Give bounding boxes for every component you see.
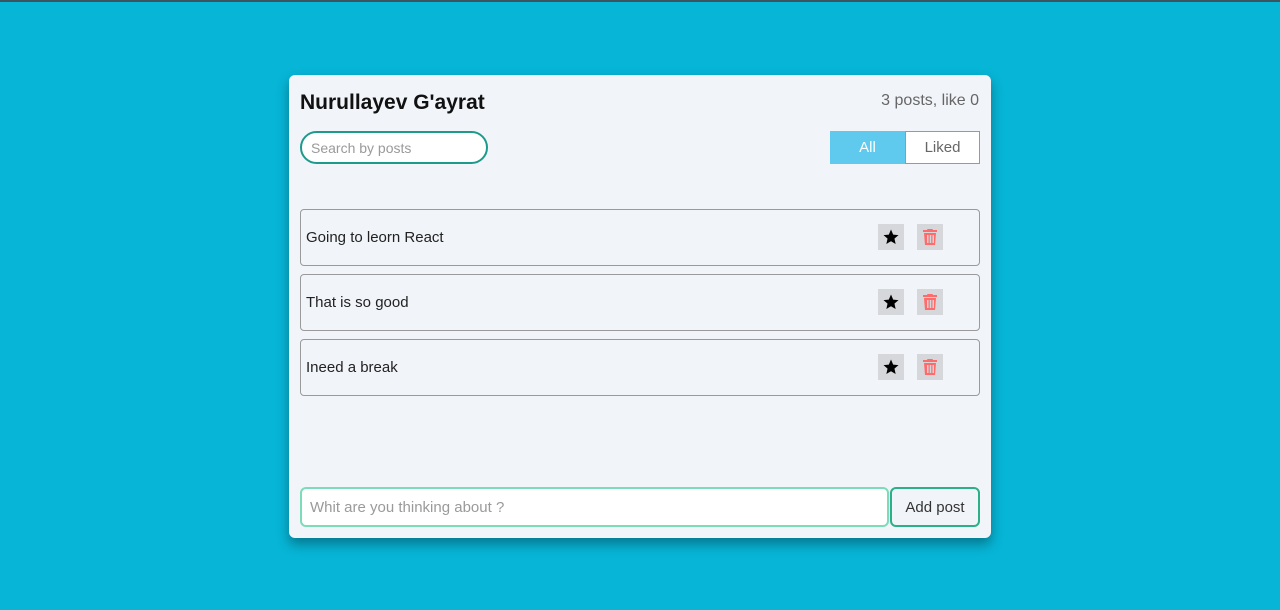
top-border [0, 0, 1280, 2]
list-item: That is so good [300, 274, 980, 331]
star-button[interactable] [878, 224, 904, 250]
trash-icon [923, 359, 937, 375]
new-post-input[interactable] [300, 487, 889, 527]
search-input[interactable] [300, 131, 488, 164]
delete-button[interactable] [917, 224, 943, 250]
trash-icon [923, 229, 937, 245]
filter-liked-button[interactable]: Liked [905, 131, 980, 164]
add-post-form: Add post [300, 487, 980, 527]
delete-button[interactable] [917, 354, 943, 380]
star-icon [883, 294, 899, 309]
star-button[interactable] [878, 289, 904, 315]
star-icon [883, 229, 899, 244]
delete-button[interactable] [917, 289, 943, 315]
app-card: Nurullayev G'ayrat 3 posts, like 0 All L… [289, 75, 991, 538]
post-list: Going to leorn React That is so good Ine… [300, 209, 980, 404]
star-icon [883, 359, 899, 374]
filter-group: All Liked [830, 131, 980, 164]
trash-icon [923, 294, 937, 310]
post-text[interactable]: Going to leorn React [306, 229, 444, 246]
page-title: Nurullayev G'ayrat [300, 91, 485, 114]
list-item: Going to leorn React [300, 209, 980, 266]
add-post-button[interactable]: Add post [890, 487, 980, 527]
filter-all-button[interactable]: All [830, 131, 905, 164]
star-button[interactable] [878, 354, 904, 380]
list-item: Ineed a break [300, 339, 980, 396]
post-text[interactable]: That is so good [306, 294, 409, 311]
post-text[interactable]: Ineed a break [306, 359, 398, 376]
post-stats: 3 posts, like 0 [881, 92, 979, 109]
